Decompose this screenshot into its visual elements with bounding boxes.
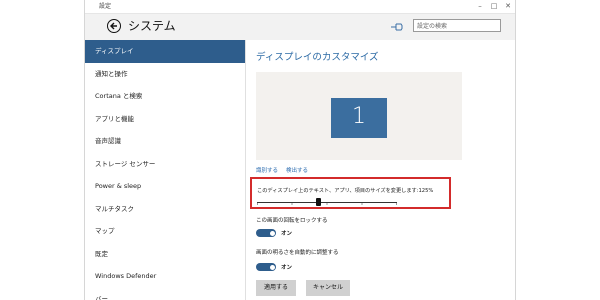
sidebar-item-multitasking[interactable]: マルチタスク xyxy=(85,198,245,221)
close-icon[interactable]: ✕ xyxy=(501,0,515,13)
page-title: システム xyxy=(128,19,176,33)
window-title: 設定 xyxy=(99,3,112,10)
header: システム 設定の検索 xyxy=(85,14,515,40)
detect-link[interactable]: 検出する xyxy=(286,166,308,174)
identify-link[interactable]: 識別する xyxy=(256,166,278,174)
back-button[interactable] xyxy=(107,19,121,33)
monitor-tile[interactable]: 1 xyxy=(331,98,387,138)
sidebar-item-defaults[interactable]: 既定 xyxy=(85,243,245,266)
rotation-lock-label: この画面の回転をロックする xyxy=(256,218,328,224)
sidebar-item-version[interactable]: バー xyxy=(85,288,245,300)
sidebar-item-notifications[interactable]: 通知と操作 xyxy=(85,63,245,86)
sidebar-item-speech[interactable]: 音声認識 xyxy=(85,130,245,153)
rotation-lock-toggle[interactable] xyxy=(256,229,276,237)
search-placeholder: 設定の検索 xyxy=(417,23,448,30)
apply-button[interactable]: 適用する xyxy=(256,280,296,296)
sidebar-item-storage[interactable]: ストレージ センサー xyxy=(85,153,245,176)
search-input[interactable]: 設定の検索 xyxy=(413,19,501,32)
title-bar: 設定 – □ ✕ xyxy=(85,0,515,14)
auto-brightness-state: オン xyxy=(281,265,293,271)
section-title: ディスプレイのカスタマイズ xyxy=(256,52,379,63)
monitor-number: 1 xyxy=(352,104,366,129)
auto-brightness-label: 画面の明るさを自動的に調整する xyxy=(256,250,339,256)
cancel-button[interactable]: キャンセル xyxy=(306,280,350,296)
rotation-lock-state: オン xyxy=(281,231,293,237)
display-settings-panel: ディスプレイのカスタマイズ 1 識別する 検出する このディスプレイ上のテキスト… xyxy=(246,40,515,300)
sidebar: ディスプレイ 通知と操作 Cortana と検索 アプリと機能 音声認識 ストレ… xyxy=(85,40,246,300)
toggle-knob xyxy=(269,230,275,236)
settings-window: 設定 – □ ✕ システム 設定の検索 ディスプレイ 通知と操作 Cortana… xyxy=(84,0,516,300)
maximize-icon[interactable]: □ xyxy=(487,0,501,13)
pin-icon[interactable] xyxy=(390,22,404,32)
sidebar-item-defender[interactable]: Windows Defender xyxy=(85,265,245,288)
sidebar-item-maps[interactable]: マップ xyxy=(85,220,245,243)
scale-label: このディスプレイ上のテキスト、アプリ、項目のサイズを変更します:125% xyxy=(257,188,434,194)
minimize-icon[interactable]: – xyxy=(473,0,487,13)
sidebar-item-cortana[interactable]: Cortana と検索 xyxy=(85,85,245,108)
back-arrow-icon xyxy=(110,22,117,30)
toggle-knob xyxy=(269,264,275,270)
sidebar-item-power[interactable]: Power & sleep xyxy=(85,175,245,198)
display-preview: 1 xyxy=(256,72,462,160)
sidebar-item-apps[interactable]: アプリと機能 xyxy=(85,108,245,131)
scale-slider-ticks xyxy=(257,203,397,205)
auto-brightness-toggle[interactable] xyxy=(256,263,276,271)
scale-slider-thumb[interactable] xyxy=(316,198,321,206)
sidebar-item-display[interactable]: ディスプレイ xyxy=(85,40,245,63)
